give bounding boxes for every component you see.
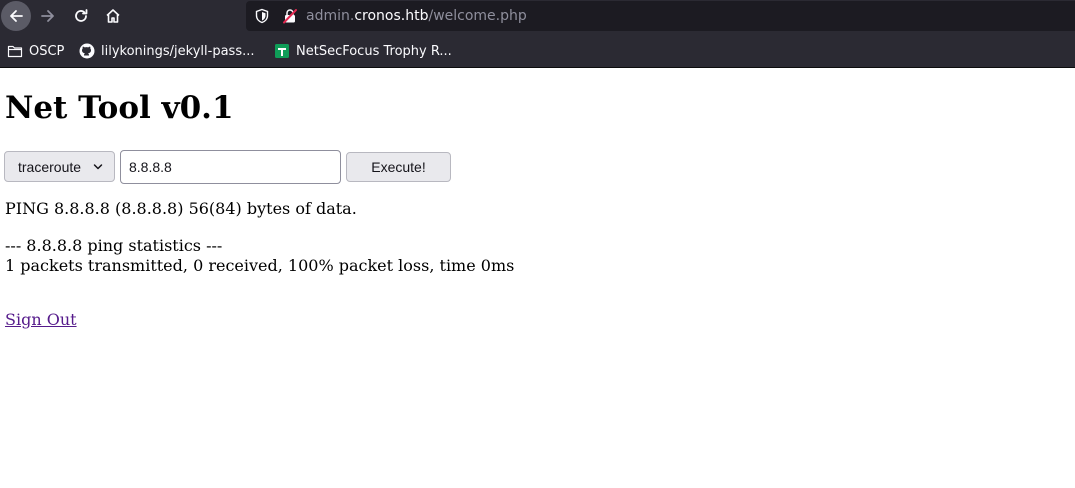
url-path: /welcome.php [428, 8, 527, 24]
chevron-down-icon [93, 164, 103, 170]
page-content: Net Tool v0.1 traceroute Execute! PING 8… [0, 68, 1075, 488]
bookmark-netsecfocus[interactable]: NetSecFocus Trophy R... [274, 42, 452, 60]
address-bar[interactable]: admin.cronos.htb/welcome.php [246, 1, 1075, 31]
bookmark-oscp[interactable]: OSCP [7, 42, 64, 60]
browser-toolbar: admin.cronos.htb/welcome.php [0, 0, 1075, 33]
home-button[interactable] [98, 1, 128, 31]
back-button[interactable] [1, 1, 31, 31]
bookmark-jekyll[interactable]: lilykonings/jekyll-pass... [79, 42, 255, 60]
output-line: 1 packets transmitted, 0 received, 100% … [5, 256, 515, 275]
host-input[interactable] [120, 150, 341, 184]
page-title: Net Tool v0.1 [5, 90, 234, 126]
command-select-value: traceroute [18, 158, 82, 175]
bookmark-label: NetSecFocus Trophy R... [296, 43, 452, 59]
forward-button[interactable] [33, 1, 63, 31]
reload-icon [75, 9, 88, 22]
home-icon [106, 9, 120, 23]
sign-out-link[interactable]: Sign Out [5, 310, 77, 330]
url-subdomain: admin. [306, 8, 355, 24]
execute-button[interactable]: Execute! [346, 152, 451, 182]
arrow-left-icon [10, 10, 23, 22]
reload-button[interactable] [66, 1, 96, 31]
bookmark-label: lilykonings/jekyll-pass... [101, 43, 255, 59]
bookmark-label: OSCP [29, 43, 65, 59]
output-line: --- 8.8.8.8 ping statistics --- [5, 236, 223, 255]
url-text[interactable]: admin.cronos.htb/welcome.php [306, 7, 527, 25]
shield-icon[interactable] [254, 8, 270, 24]
output-line: PING 8.8.8.8 (8.8.8.8) 56(84) bytes of d… [5, 199, 357, 218]
insecure-lock-icon[interactable] [282, 8, 298, 24]
spreadsheet-icon [275, 44, 289, 58]
bookmarks-toolbar: OSCP lilykonings/jekyll-pass... NetSecFo… [0, 33, 1075, 68]
folder-icon [7, 45, 23, 58]
command-select[interactable]: traceroute [4, 151, 115, 182]
github-icon [79, 43, 95, 59]
arrow-right-icon [41, 10, 54, 22]
url-host: cronos.htb [354, 8, 429, 24]
